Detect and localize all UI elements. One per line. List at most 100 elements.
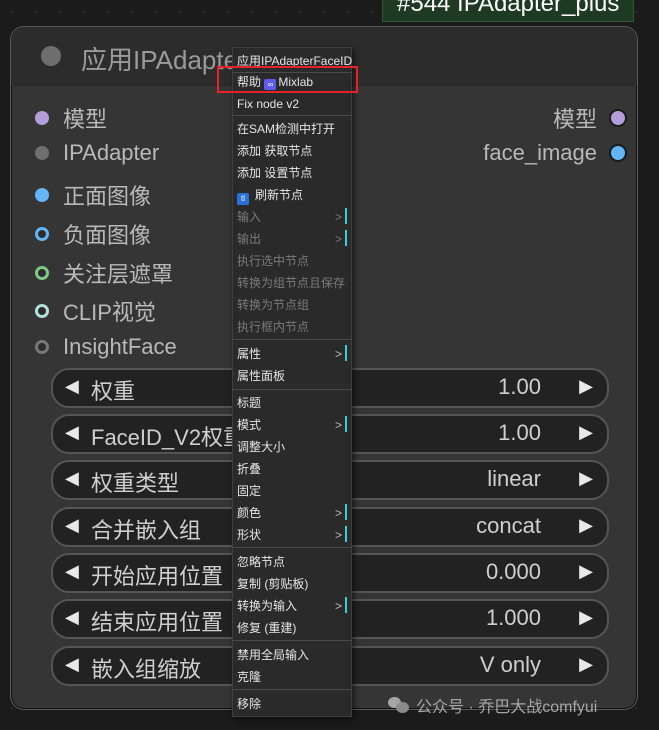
increment-arrow-icon[interactable]: ▶ — [579, 468, 593, 489]
widget-label: 嵌入组缩放 — [91, 657, 202, 682]
menu-separator — [233, 547, 351, 548]
menu-separator — [233, 689, 351, 690]
input-dot-icon[interactable] — [35, 111, 49, 125]
submenu-indicator — [345, 597, 347, 613]
menu-item-add-set-node[interactable]: 添加 设置节点 — [237, 165, 312, 181]
node-id-badge: #544 IPAdapter_plus — [382, 0, 635, 22]
input-dot-icon[interactable] — [35, 188, 49, 202]
decrement-arrow-icon[interactable]: ◀ — [65, 468, 79, 489]
input-dot-icon[interactable] — [35, 146, 49, 160]
menu-item-add-get-node[interactable]: 添加 获取节点 — [237, 143, 312, 159]
input-dot-icon[interactable] — [35, 266, 49, 280]
increment-arrow-icon[interactable]: ▶ — [579, 607, 593, 628]
decrement-arrow-icon[interactable]: ◀ — [65, 376, 79, 397]
widget-value: 1.00 — [498, 420, 541, 445]
input-slot-model[interactable]: 模型 — [35, 102, 107, 134]
widget-value: linear — [487, 466, 541, 491]
widget-label: 结束应用位置 — [91, 610, 224, 635]
menu-item-execute-selected[interactable]: 执行选中节点 — [237, 253, 309, 269]
submenu-arrow-icon: > — [335, 528, 343, 542]
menu-item-colors[interactable]: 颜色 — [237, 505, 261, 521]
menu-item-collapse[interactable]: 折叠 — [237, 461, 261, 477]
menu-item-label: 帮助 — [237, 75, 262, 89]
submenu-indicator — [345, 416, 347, 432]
submenu-indicator — [345, 208, 347, 224]
input-label: 负面图像 — [63, 223, 152, 248]
menu-item-mode[interactable]: 模式 — [237, 417, 261, 433]
input-slot-clip-vision[interactable]: CLIP视觉 — [35, 295, 156, 327]
menu-item-shapes[interactable]: 形状 — [237, 527, 261, 543]
menu-item-resize[interactable]: 调整大小 — [237, 439, 285, 455]
menu-item-clone[interactable]: 克隆 — [237, 669, 261, 685]
menu-item-refresh-nodes[interactable]: tl 刷新节点 — [237, 187, 303, 205]
decrement-arrow-icon[interactable]: ◀ — [65, 422, 79, 443]
input-slot-positive-image[interactable]: 正面图像 — [35, 179, 151, 211]
mixlab-icon: ∞ — [264, 79, 277, 90]
submenu-indicator — [345, 230, 347, 246]
menu-separator — [233, 115, 351, 116]
widget-value: 0.000 — [485, 559, 541, 584]
increment-arrow-icon[interactable]: ▶ — [579, 561, 593, 582]
submenu-arrow-icon: > — [335, 506, 343, 520]
watermark: 公众号 · 乔巴大战comfyui — [388, 693, 597, 717]
widget-value: concat — [476, 513, 541, 538]
output-dot-icon[interactable] — [609, 144, 627, 162]
input-dot-icon[interactable] — [35, 227, 49, 241]
widget-label: 合并嵌入组 — [91, 518, 202, 543]
submenu-arrow-icon: > — [335, 599, 343, 613]
menu-item-copy[interactable]: 复制 (剪贴板) — [237, 576, 308, 592]
menu-item-open-in-sam[interactable]: 在SAM检测中打开 — [237, 121, 335, 137]
menu-item-convert-group[interactable]: 转换为节点组 — [237, 297, 309, 313]
menu-item-convert-to-input[interactable]: 转换为输入 — [237, 598, 297, 614]
increment-arrow-icon[interactable]: ▶ — [579, 654, 593, 675]
submenu-arrow-icon: > — [335, 210, 343, 224]
menu-item-disable-global-input[interactable]: 禁用全局输入 — [237, 647, 309, 663]
widget-value: 1.000 — [485, 605, 541, 630]
widget-value: V only — [479, 652, 541, 677]
output-slot-face-image[interactable]: face_image — [483, 140, 627, 166]
input-slot-attention-mask[interactable]: 关注层遮罩 — [35, 257, 173, 289]
submenu-indicator — [345, 345, 347, 361]
menu-separator — [233, 339, 351, 340]
menu-item-convert-group-save[interactable]: 转换为组节点且保存 — [237, 275, 345, 291]
input-slot-insightface[interactable]: InsightFace — [35, 334, 177, 360]
output-label: face_image — [483, 140, 597, 165]
input-label: 关注层遮罩 — [63, 262, 174, 287]
menu-separator — [233, 640, 351, 641]
output-slot-model[interactable]: 模型 — [553, 102, 627, 134]
increment-arrow-icon[interactable]: ▶ — [579, 515, 593, 536]
output-label: 模型 — [552, 107, 597, 132]
input-dot-icon[interactable] — [35, 304, 49, 318]
output-dot-icon[interactable] — [609, 109, 627, 127]
submenu-indicator — [345, 526, 347, 542]
menu-item-pin[interactable]: 固定 — [237, 483, 261, 499]
refresh-icon: tl — [237, 193, 249, 205]
menu-item-execute-in-frame[interactable]: 执行框内节点 — [237, 319, 309, 335]
increment-arrow-icon[interactable]: ▶ — [579, 376, 593, 397]
menu-item-remove[interactable]: 移除 — [237, 696, 261, 712]
menu-item-label: 刷新节点 — [255, 188, 304, 202]
menu-item-help-mixlab[interactable]: 帮助 ∞ Mixlab — [237, 74, 313, 90]
menu-item-fix-node[interactable]: Fix node v2 — [237, 96, 299, 112]
widget-label: 权重 — [91, 379, 136, 404]
menu-item-title[interactable]: 标题 — [237, 395, 261, 411]
menu-item-outputs[interactable]: 输出 — [237, 231, 261, 247]
menu-item-properties[interactable]: 属性 — [237, 346, 261, 362]
input-slot-ipadapter[interactable]: IPAdapter — [35, 140, 159, 166]
input-slot-negative-image[interactable]: 负面图像 — [35, 218, 151, 250]
decrement-arrow-icon[interactable]: ◀ — [65, 561, 79, 582]
decrement-arrow-icon[interactable]: ◀ — [65, 607, 79, 628]
widget-value: 1.00 — [498, 374, 541, 399]
menu-item-fix-recreate[interactable]: 修复 (重建) — [237, 620, 296, 636]
menu-item-bypass[interactable]: 忽略节点 — [237, 554, 285, 570]
widget-label: 权重类型 — [91, 471, 180, 496]
input-label: 模型 — [63, 107, 108, 132]
input-dot-icon[interactable] — [35, 340, 49, 354]
decrement-arrow-icon[interactable]: ◀ — [65, 515, 79, 536]
input-label: IPAdapter — [63, 140, 160, 165]
menu-item-properties-panel[interactable]: 属性面板 — [237, 368, 285, 384]
collapse-dot-icon[interactable] — [41, 46, 61, 66]
menu-item-inputs[interactable]: 输入 — [237, 209, 261, 225]
decrement-arrow-icon[interactable]: ◀ — [65, 654, 79, 675]
increment-arrow-icon[interactable]: ▶ — [579, 422, 593, 443]
